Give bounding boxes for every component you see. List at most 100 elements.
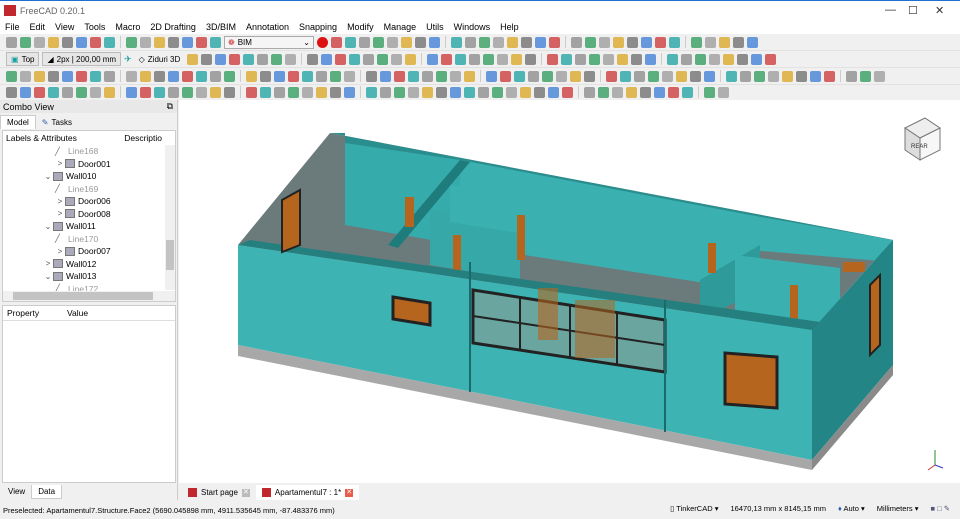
toolbar-icon[interactable]	[210, 70, 221, 82]
toolbar-icon[interactable]	[90, 36, 101, 48]
toolbar-icon[interactable]	[704, 70, 715, 82]
toolbar-icon[interactable]	[500, 70, 511, 82]
toolbar-icon[interactable]	[182, 70, 193, 82]
toolbar-icon[interactable]	[391, 53, 403, 65]
menu-help[interactable]: Help	[495, 22, 524, 32]
toolbar-icon[interactable]	[765, 53, 777, 65]
toolbar-icon[interactable]	[754, 70, 765, 82]
toolbar-icon[interactable]	[260, 86, 271, 98]
model-tree[interactable]: Labels & Attributes Descriptio ╱ Line168 > D…	[2, 130, 176, 302]
toolbar-icon[interactable]	[401, 36, 412, 48]
toolbar-icon[interactable]	[154, 86, 165, 98]
tab-tasks[interactable]: ✎ Tasks	[36, 115, 78, 129]
workbench-selector[interactable]: ❁ BIM ⌄	[224, 35, 314, 49]
toolbar-icon[interactable]	[62, 70, 73, 82]
toolbar-icon[interactable]	[641, 36, 652, 48]
toolbar-icon[interactable]	[441, 53, 453, 65]
close-tab-icon[interactable]: ✕	[345, 488, 354, 497]
toolbar-icon[interactable]	[307, 53, 319, 65]
menu-annotation[interactable]: Annotation	[241, 22, 294, 32]
toolbar-icon[interactable]	[377, 53, 389, 65]
toolbar-icon[interactable]	[768, 70, 779, 82]
toolbar-icon[interactable]	[20, 86, 31, 98]
toolbar-icon[interactable]	[860, 70, 871, 82]
toolbar-icon[interactable]	[796, 70, 807, 82]
toolbar-icon[interactable]	[571, 36, 582, 48]
draw-style-dropdown[interactable]: ♦ Auto ▾	[838, 504, 865, 513]
toolbar-icon[interactable]	[469, 53, 481, 65]
linestyle-button[interactable]: ◢ 2px | 200,00 mm	[42, 52, 122, 66]
toolbar-icon[interactable]	[589, 53, 601, 65]
toolbar-icon[interactable]	[681, 53, 693, 65]
tree-header-description[interactable]: Descriptio	[124, 133, 162, 143]
toolbar-icon[interactable]	[627, 36, 638, 48]
toolbar-icon[interactable]	[640, 86, 651, 98]
toolbar-icon[interactable]	[321, 53, 333, 65]
toolbar-icon[interactable]	[690, 70, 701, 82]
menu-file[interactable]: File	[0, 22, 25, 32]
toolbar-icon[interactable]	[246, 70, 257, 82]
tab-apartamentul7[interactable]: Apartamentul7 : 1* ✕	[255, 485, 360, 500]
toolbar-icon[interactable]	[140, 70, 151, 82]
toolbar-icon[interactable]	[215, 53, 227, 65]
toolbar-icon[interactable]	[274, 86, 285, 98]
maximize-button[interactable]: ☐	[908, 4, 918, 17]
toolbar-icon[interactable]	[48, 36, 59, 48]
toolbar-icon[interactable]	[824, 70, 835, 82]
toolbar-icon[interactable]	[691, 36, 702, 48]
toolbar-icon[interactable]	[196, 86, 207, 98]
toolbar-icon[interactable]	[612, 86, 623, 98]
toolbar-icon[interactable]	[534, 86, 545, 98]
toolbar-icon[interactable]	[645, 53, 657, 65]
toolbar-icon[interactable]	[62, 36, 73, 48]
tab-model[interactable]: Model	[0, 115, 36, 129]
toolbar-icon[interactable]	[302, 86, 313, 98]
minimize-button[interactable]: —	[885, 4, 896, 16]
toolbar-icon[interactable]	[584, 70, 595, 82]
toolbar-icon[interactable]	[408, 86, 419, 98]
toolbar-icon[interactable]	[747, 36, 758, 48]
toolbar-icon[interactable]	[737, 53, 749, 65]
toolbar-icon[interactable]	[511, 53, 523, 65]
toolbar-icon[interactable]	[387, 36, 398, 48]
tree-horizontal-scrollbar[interactable]	[3, 291, 175, 301]
toolbar-icon[interactable]	[751, 53, 763, 65]
record-macro-icon[interactable]	[317, 36, 328, 48]
toolbar-icon[interactable]	[154, 36, 165, 48]
toolbar-icon[interactable]	[733, 36, 744, 48]
toolbar-icon[interactable]	[104, 86, 115, 98]
toolbar-icon[interactable]	[76, 36, 87, 48]
toolbar-icon[interactable]	[140, 86, 151, 98]
toolbar-icon[interactable]	[330, 70, 341, 82]
expand-chevron-icon[interactable]: ⌄	[43, 222, 53, 231]
close-tab-icon[interactable]: ✕	[241, 488, 250, 497]
toolbar-icon[interactable]	[154, 70, 165, 82]
toolbar-icon[interactable]	[288, 70, 299, 82]
toolbar-icon[interactable]	[104, 70, 115, 82]
building-model[interactable]: REAR	[179, 100, 960, 483]
units-dropdown[interactable]: Millimeters ▾	[877, 504, 919, 513]
toolbar-icon[interactable]	[366, 70, 377, 82]
toolbar-icon[interactable]	[274, 70, 285, 82]
tree-item[interactable]: ╱ Line169	[3, 183, 175, 196]
tree-item[interactable]: > Door001	[3, 158, 175, 171]
tree-item[interactable]: ⌄ Wall013	[3, 270, 175, 283]
toolbar-icon[interactable]	[497, 53, 509, 65]
toolbar-icon[interactable]	[478, 86, 489, 98]
toolbar-icon[interactable]	[359, 36, 370, 48]
toolbar-icon[interactable]	[405, 53, 417, 65]
menu-windows[interactable]: Windows	[449, 22, 496, 32]
layer-button[interactable]: ◇ Ziduri 3D	[135, 52, 185, 66]
toolbar-icon[interactable]	[464, 70, 475, 82]
toolbar-icon[interactable]	[302, 70, 313, 82]
toolbar-icon[interactable]	[682, 86, 693, 98]
expand-chevron-icon[interactable]: >	[55, 247, 65, 256]
toolbar-icon[interactable]	[465, 36, 476, 48]
toolbar-icon[interactable]	[168, 86, 179, 98]
toolbar-icon[interactable]	[90, 70, 101, 82]
toolbar-icon[interactable]	[436, 70, 447, 82]
toolbar-icon[interactable]	[243, 53, 255, 65]
toolbar-icon[interactable]	[6, 86, 17, 98]
toolbar-icon[interactable]	[676, 70, 687, 82]
toolbar-icon[interactable]	[479, 36, 490, 48]
